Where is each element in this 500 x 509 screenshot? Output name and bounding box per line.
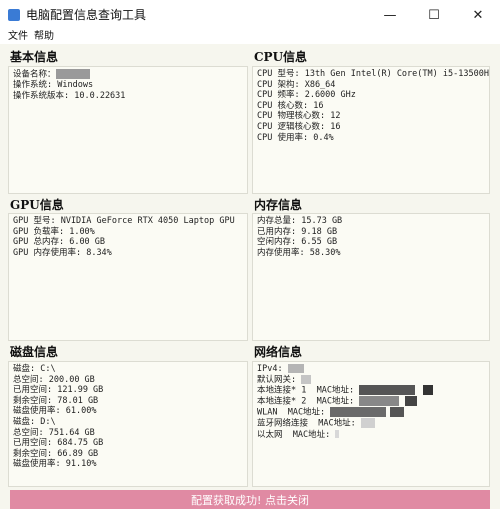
menu-help[interactable]: 帮助 bbox=[34, 30, 54, 44]
network-line-ethernet: 以太网 MAC地址: bbox=[257, 430, 485, 441]
network-line-bluetooth: 蓝牙网络连接 MAC地址: bbox=[257, 418, 485, 429]
redacted-gateway bbox=[301, 374, 312, 384]
gpu-info-heading: GPU信息 bbox=[10, 198, 64, 212]
disk-line: 磁盘使用率: 61.00% bbox=[13, 406, 97, 417]
cpu-info-panel: CPU 型号: 13th Gen Intel(R) Core(TM) i5-13… bbox=[252, 66, 490, 194]
menu-file[interactable]: 文件 bbox=[8, 30, 28, 44]
gpu-line: GPU 负载率: 1.00% bbox=[13, 226, 95, 237]
redacted-mac-local2 bbox=[359, 396, 400, 407]
disk-info-heading: 磁盘信息 bbox=[10, 345, 59, 359]
redacted-device-name bbox=[55, 69, 90, 79]
status-close-button[interactable]: 配置获取成功! 点击关闭 bbox=[10, 490, 490, 509]
disk-line: 总空间: 751.64 GB bbox=[13, 427, 95, 438]
memory-info-heading: 内存信息 bbox=[254, 198, 303, 212]
memory-line: 内存总量: 15.73 GB bbox=[257, 216, 343, 226]
redacted-mac-ethernet bbox=[335, 430, 340, 439]
redacted-mac-wlan bbox=[330, 407, 387, 418]
gpu-line: GPU 型号: NVIDIA GeForce RTX 4050 Laptop G… bbox=[13, 216, 235, 226]
memory-info-panel: 内存总量: 15.73 GB 已用内存: 9.18 GB 空闲内存: 6.55 … bbox=[252, 213, 490, 341]
minimize-button[interactable]: — bbox=[368, 0, 412, 30]
redacted-mac-local1-tail bbox=[423, 385, 434, 396]
memory-line: 已用内存: 9.18 GB bbox=[257, 226, 338, 237]
app-icon bbox=[8, 9, 20, 21]
cpu-line: CPU 逻辑核心数: 16 bbox=[257, 121, 341, 132]
disk-line: 磁盘: D:\ bbox=[13, 416, 56, 427]
gpu-line: GPU 总内存: 6.00 GB bbox=[13, 237, 106, 248]
disk-info-panel: 磁盘: C:\ 总空间: 200.00 GB 已用空间: 121.99 GB 剩… bbox=[8, 361, 248, 487]
redacted-mac-wlan-tail bbox=[390, 407, 405, 418]
cpu-line: CPU 物理核心数: 12 bbox=[257, 111, 341, 122]
network-line-gateway: 默认网关: bbox=[257, 374, 485, 386]
basic-info-panel: 设备名称： 操作系统: Windows 操作系统版本: 10.0.22631 bbox=[8, 66, 248, 194]
disk-line: 剩余空间: 66.89 GB bbox=[13, 448, 99, 459]
network-info-panel: IPv4: 默认网关: 本地连接* 1 MAC地址: 本地连接* 2 MAC地址… bbox=[252, 361, 490, 487]
disk-line: 已用空间: 121.99 GB bbox=[13, 385, 104, 396]
gpu-info-panel: GPU 型号: NVIDIA GeForce RTX 4050 Laptop G… bbox=[8, 213, 248, 341]
network-line-local1: 本地连接* 1 MAC地址: bbox=[257, 385, 485, 396]
cpu-info-heading: CPU信息 bbox=[254, 50, 308, 64]
redacted-ipv4 bbox=[287, 364, 304, 373]
maximize-button[interactable]: ☐ bbox=[412, 0, 456, 30]
basic-line-os-version: 操作系统版本: 10.0.22631 bbox=[13, 90, 126, 101]
close-button[interactable]: ✕ bbox=[456, 0, 500, 30]
disk-line: 剩余空间: 78.01 GB bbox=[13, 395, 99, 406]
redacted-mac-local2-tail bbox=[405, 396, 418, 407]
network-info-heading: 网络信息 bbox=[254, 345, 303, 359]
cpu-line: CPU 核心数: 16 bbox=[257, 100, 324, 111]
title-bar: 电脑配置信息查询工具 — ☐ ✕ bbox=[0, 0, 500, 31]
disk-line: 已用空间: 684.75 GB bbox=[13, 438, 104, 449]
redacted-mac-bluetooth bbox=[360, 418, 375, 429]
cpu-line: CPU 使用率: 0.4% bbox=[257, 132, 334, 143]
basic-info-heading: 基本信息 bbox=[10, 50, 59, 64]
cpu-line: CPU 型号: 13th Gen Intel(R) Core(TM) i5-13… bbox=[257, 69, 489, 79]
disk-line: 总空间: 200.00 GB bbox=[13, 374, 95, 385]
window-title: 电脑配置信息查询工具 bbox=[26, 8, 147, 22]
redacted-mac-local1 bbox=[359, 385, 416, 396]
cpu-line: CPU 频率: 2.6000 GHz bbox=[257, 90, 356, 101]
gpu-line: GPU 内存使用率: 8.34% bbox=[13, 247, 112, 258]
network-line-ipv4: IPv4: bbox=[257, 364, 485, 375]
network-line-local2: 本地连接* 2 MAC地址: bbox=[257, 396, 485, 407]
memory-line: 空闲内存: 6.55 GB bbox=[257, 237, 338, 248]
memory-line: 内存使用率: 58.30% bbox=[257, 247, 341, 258]
disk-line: 磁盘: C:\ bbox=[13, 364, 56, 374]
basic-line-os: 操作系统: Windows bbox=[13, 80, 94, 91]
network-line-wlan: WLAN MAC地址: bbox=[257, 407, 485, 418]
disk-line: 磁盘使用率: 91.10% bbox=[13, 459, 97, 470]
basic-line-device: 设备名称： bbox=[13, 69, 243, 80]
menu-bar: 文件 帮助 bbox=[0, 30, 500, 44]
cpu-line: CPU 架构: X86_64 bbox=[257, 79, 336, 90]
